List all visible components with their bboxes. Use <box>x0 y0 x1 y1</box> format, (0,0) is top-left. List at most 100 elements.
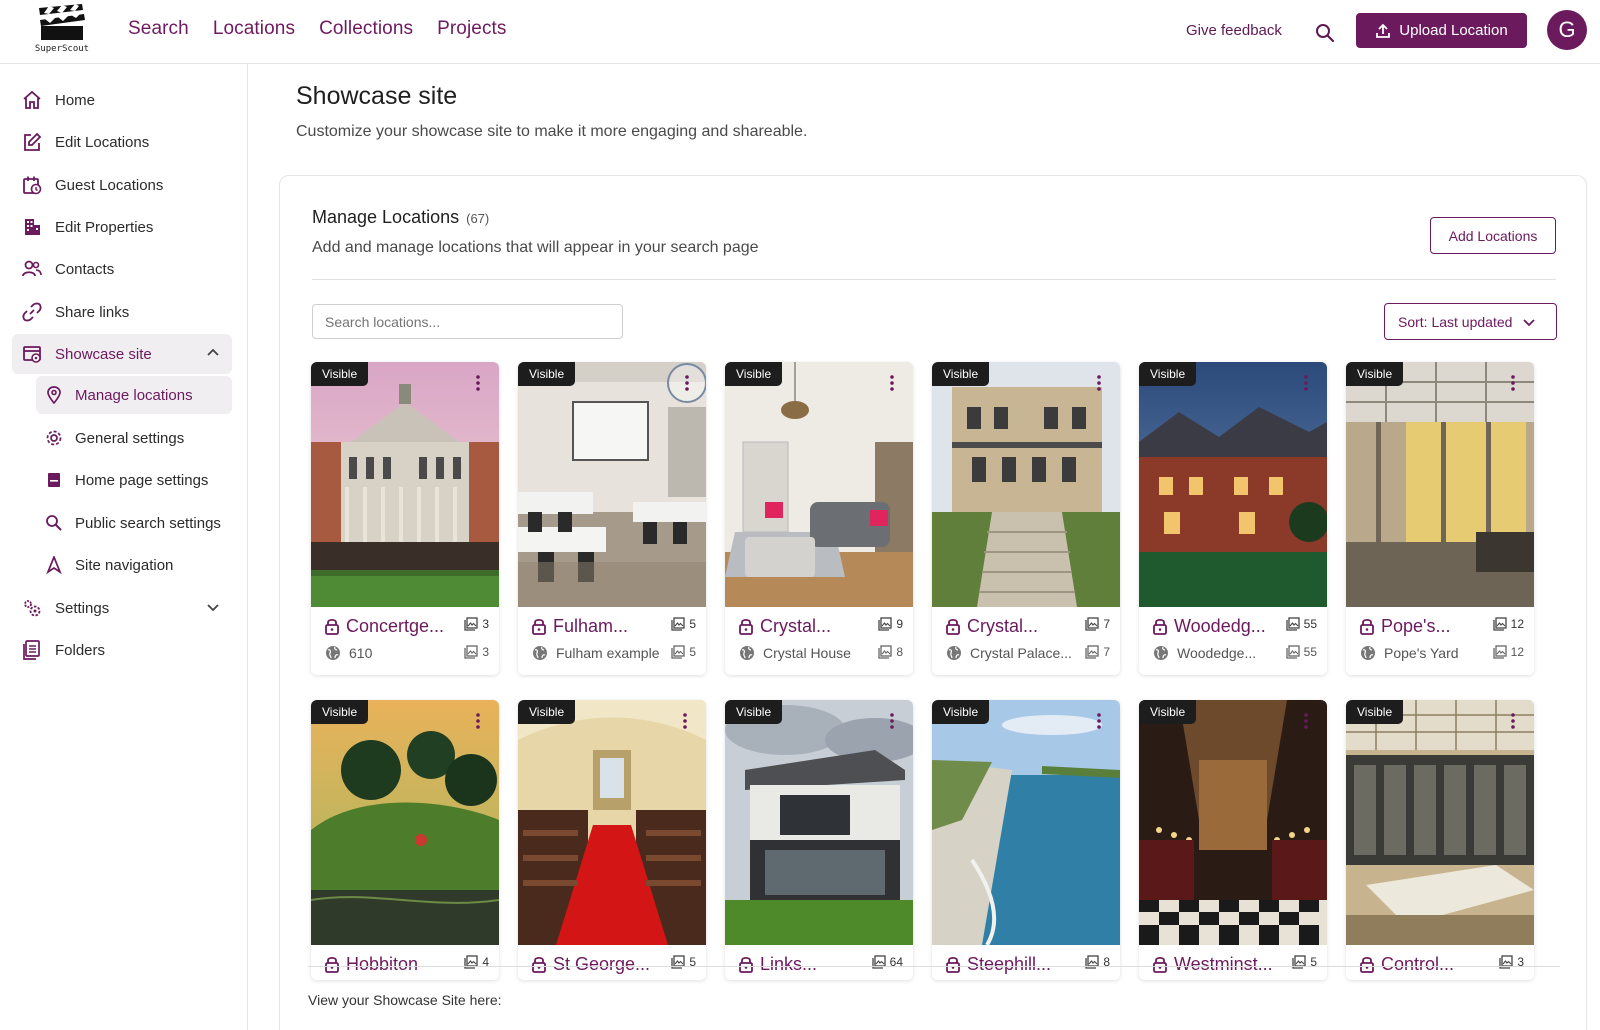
chevron-down-icon[interactable] <box>206 600 220 614</box>
location-name[interactable]: Links... <box>760 954 875 975</box>
sidebar-subitem-general-settings[interactable]: General settings <box>36 419 232 457</box>
manage-locations-heading: Manage Locations (67) <box>312 207 489 228</box>
sidebar-subitem-manage-locations[interactable]: Manage locations <box>36 376 232 414</box>
location-name[interactable]: Control... <box>1381 954 1496 975</box>
location-card[interactable]: Visible Hobbiton 4 <box>311 700 499 980</box>
sidebar-subitem-public-search-settings[interactable]: Public search settings <box>36 504 232 542</box>
more-vertical-icon <box>1511 375 1515 391</box>
photo-count-value: 12 <box>1510 617 1524 631</box>
give-feedback-link[interactable]: Give feedback <box>1186 22 1282 39</box>
card-menu-button[interactable] <box>673 709 697 733</box>
nav-collections[interactable]: Collections <box>319 18 413 40</box>
card-menu-button[interactable] <box>1294 371 1318 395</box>
sidebar-subitem-site-navigation[interactable]: Site navigation <box>36 546 232 584</box>
location-name[interactable]: Woodedg... <box>1174 616 1289 637</box>
chevron-down-icon <box>1523 318 1536 326</box>
nav-search[interactable]: Search <box>128 18 189 40</box>
sidebar-item-home[interactable]: Home <box>12 80 232 120</box>
location-photo[interactable] <box>932 362 1120 607</box>
lock-icon <box>946 618 960 635</box>
lock-icon <box>739 956 753 973</box>
site-photo-count-value: 8 <box>896 645 903 659</box>
sort-dropdown[interactable]: Sort: Last updated <box>1384 303 1557 340</box>
photos-icon <box>671 645 685 659</box>
add-locations-button[interactable]: Add Locations <box>1430 217 1556 254</box>
card-menu-button[interactable] <box>1087 371 1111 395</box>
location-photo[interactable] <box>518 700 706 945</box>
nav-locations[interactable]: Locations <box>213 18 295 40</box>
visibility-badge: Visible <box>1139 700 1197 724</box>
location-photo[interactable] <box>1346 700 1534 945</box>
location-photo[interactable] <box>1139 700 1327 945</box>
sidebar-item-showcase-site[interactable]: Showcase site <box>12 334 232 374</box>
lock-icon <box>532 618 546 635</box>
location-card[interactable]: Visible Fulham... 5 Fulham example 5 <box>518 362 706 675</box>
sidebar-subitem-home-page-settings[interactable]: Home page settings <box>36 461 232 499</box>
nav-projects[interactable]: Projects <box>437 18 506 40</box>
location-card[interactable]: Visible Crystal... 9 Crystal House 8 <box>725 362 913 675</box>
more-vertical-icon <box>1097 713 1101 729</box>
visibility-badge: Visible <box>518 362 576 386</box>
sidebar-item-contacts[interactable]: Contacts <box>12 249 232 289</box>
location-card[interactable]: Visible Westminst... 5 <box>1139 700 1327 980</box>
location-card[interactable]: Visible Control... 3 <box>1346 700 1534 980</box>
settings-icon <box>24 600 41 617</box>
lock-icon <box>1360 956 1374 973</box>
card-menu-button[interactable] <box>466 709 490 733</box>
location-photo[interactable] <box>311 362 499 607</box>
site-photo-count: 8 <box>878 645 903 659</box>
location-card[interactable]: Visible Crystal... 7 Crystal Palace... 7 <box>932 362 1120 675</box>
map-pin-icon <box>47 386 61 404</box>
location-photo[interactable] <box>932 700 1120 945</box>
visibility-badge: Visible <box>518 700 576 724</box>
photo-count: 55 <box>1285 617 1317 631</box>
location-name[interactable]: Concertge... <box>346 616 461 637</box>
user-avatar[interactable]: G <box>1547 10 1587 50</box>
card-menu-button[interactable] <box>880 371 904 395</box>
location-name[interactable]: Crystal... <box>760 616 875 637</box>
photo-count: 9 <box>878 617 903 631</box>
visibility-badge: Visible <box>1139 362 1197 386</box>
card-menu-button[interactable] <box>1087 709 1111 733</box>
sidebar-item-share-links[interactable]: Share links <box>12 292 232 332</box>
sidebar-item-guest-locations[interactable]: Guest Locations <box>12 165 232 205</box>
folders-icon <box>23 640 40 660</box>
search-locations-input[interactable] <box>312 304 623 339</box>
card-menu-button[interactable] <box>466 371 490 395</box>
logo-text: SuperScout <box>34 44 90 54</box>
card-menu-button[interactable] <box>667 363 706 403</box>
upload-location-button[interactable]: Upload Location <box>1356 13 1527 48</box>
lock-icon <box>325 956 339 973</box>
card-menu-button[interactable] <box>1501 371 1525 395</box>
sidebar-item-edit-properties[interactable]: Edit Properties <box>12 207 232 247</box>
location-name[interactable]: Fulham... <box>553 616 668 637</box>
location-name[interactable]: Hobbiton <box>346 954 461 975</box>
location-card[interactable]: Visible Steephill... 8 <box>932 700 1120 980</box>
location-photo[interactable] <box>311 700 499 945</box>
chevron-up-icon[interactable] <box>206 346 220 360</box>
sidebar-item-folders[interactable]: Folders <box>12 630 232 670</box>
location-photo[interactable] <box>725 700 913 945</box>
location-name[interactable]: Westminst... <box>1174 954 1289 975</box>
location-card[interactable]: Visible Concertge... 3 610 3 <box>311 362 499 675</box>
photo-count-value: 5 <box>689 617 696 631</box>
sidebar-item-settings[interactable]: Settings <box>12 588 232 628</box>
sidebar-item-label: Edit Locations <box>55 133 150 151</box>
card-menu-button[interactable] <box>880 709 904 733</box>
superscout-logo[interactable]: SuperScout <box>28 4 96 54</box>
location-name[interactable]: Pope's... <box>1381 616 1496 637</box>
search-button[interactable] <box>1308 16 1342 50</box>
location-photo[interactable] <box>1346 362 1534 607</box>
location-card[interactable]: Visible Pope's... 12 Pope's Yard 12 <box>1346 362 1534 675</box>
location-photo[interactable] <box>725 362 913 607</box>
location-name[interactable]: Steephill... <box>967 954 1082 975</box>
location-photo[interactable] <box>1139 362 1327 607</box>
location-name[interactable]: St George... <box>553 954 668 975</box>
card-menu-button[interactable] <box>1501 709 1525 733</box>
location-name[interactable]: Crystal... <box>967 616 1082 637</box>
sidebar-item-edit-locations[interactable]: Edit Locations <box>12 122 232 162</box>
location-card[interactable]: Visible St George... 5 <box>518 700 706 980</box>
card-menu-button[interactable] <box>1294 709 1318 733</box>
location-card[interactable]: Visible Woodedg... 55 Woodedge... 55 <box>1139 362 1327 675</box>
location-card[interactable]: Visible Links... 64 <box>725 700 913 980</box>
